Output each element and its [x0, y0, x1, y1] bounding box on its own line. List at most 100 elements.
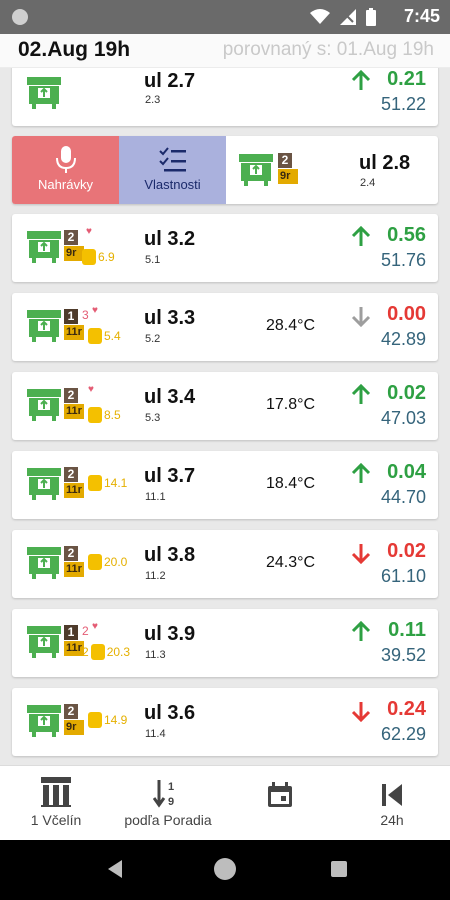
feed-can-icon: [82, 249, 96, 265]
heart-icon: ♥: [92, 621, 98, 632]
weight-total: 51.22: [380, 94, 426, 114]
queen-number-badge: 2: [64, 388, 78, 403]
hive-card-ul-3-7[interactable]: 2 11r 14.1 ul 3.7 11.1 18.4°C 0.04 44.70: [12, 451, 438, 519]
heart-icon: ♥: [92, 305, 98, 316]
feed-can-icon: [88, 554, 102, 570]
feed-amount: 14.9: [104, 713, 128, 727]
apiary-icon: [41, 777, 71, 807]
arrow-up-icon: [351, 621, 371, 641]
hive-card-ul-2-8-swiped[interactable]: Nahrávky Vlastnosti 2 9r ul 2.8 2.4: [12, 136, 438, 204]
queen-age-badge: 11r: [64, 404, 84, 419]
feed-indicator: 6.9: [82, 249, 115, 265]
hive-icon: [27, 468, 61, 500]
feed-count: 2: [82, 645, 89, 659]
queen-age-badge: 11r: [64, 641, 84, 656]
current-date[interactable]: 02.Aug 19h: [18, 38, 130, 62]
hive-sub: 5.3: [145, 412, 161, 424]
weight-total: 62.29: [380, 724, 426, 744]
signal-icon: [340, 9, 356, 25]
nav-period-label: 24h: [380, 812, 404, 828]
properties-label: Vlastnosti: [144, 177, 201, 192]
feed-can-icon: [88, 712, 102, 728]
hive-icon: [27, 547, 61, 579]
hive-icon: [239, 154, 273, 186]
hive-card-ul-3-4[interactable]: 2 11r ♥ 8.5 ul 3.4 5.3 17.8°C 0.02 47.03: [12, 372, 438, 440]
hive-name: ul 3.2: [144, 228, 196, 250]
queen-age-badge: 11r: [64, 483, 84, 498]
nav-sort-label: podľa Poradia: [124, 812, 212, 828]
heart-icon: ♥: [88, 384, 94, 395]
properties-button[interactable]: Vlastnosti: [119, 136, 226, 204]
hive-sub: 11.1: [145, 491, 166, 503]
feed-indicator: 14.9: [88, 712, 127, 728]
bottom-navigation: 1 Včelín 19 podľa Poradia 24h: [0, 765, 450, 840]
nav-period[interactable]: 24h: [336, 766, 448, 841]
notification-dot-icon: [12, 9, 28, 25]
svg-text:9: 9: [168, 796, 174, 808]
hive-icon: [27, 231, 61, 263]
date-header: 02.Aug 19h porovnaný s: 01.Aug 19h: [0, 34, 450, 68]
microphone-icon: [55, 146, 76, 173]
feed-can-icon: [88, 475, 102, 491]
battery-icon: [366, 8, 376, 26]
feed-indicator: 2 20.3: [82, 644, 130, 660]
queen-age-badge: 11r: [64, 562, 84, 577]
status-time: 7:45: [403, 6, 440, 26]
queen-number-badge: 2: [64, 467, 78, 482]
hive-name: ul 3.9: [144, 623, 196, 645]
queen-number-badge: 2: [64, 546, 78, 561]
feed-amount: 6.9: [98, 250, 115, 264]
wifi-icon: [310, 9, 330, 24]
weight-delta: 0.02: [387, 540, 426, 562]
queen-badges: 2 11r: [64, 546, 84, 577]
hive-sub: 11.3: [145, 649, 166, 661]
hive-sub: 5.2: [145, 333, 161, 345]
back-icon[interactable]: [108, 860, 122, 878]
nav-calendar[interactable]: [224, 766, 336, 841]
hive-icon: [27, 77, 61, 109]
compare-date[interactable]: porovnaný s: 01.Aug 19h: [223, 39, 434, 61]
queen-number-badge: 1: [64, 309, 78, 324]
nav-apiary[interactable]: 1 Včelín: [0, 766, 112, 841]
hive-card-ul-3-2[interactable]: 2 9r ♥ 6.9 ul 3.2 5.1 0.56 51.76: [12, 214, 438, 282]
weight-delta: 0.21: [387, 68, 426, 90]
hive-name: ul 3.3: [144, 307, 196, 329]
hive-temperature: 17.8°C: [266, 396, 316, 413]
checklist-icon: [158, 147, 186, 172]
hive-name: ul 3.7: [144, 465, 196, 487]
feed-indicator: 5.4: [88, 328, 121, 344]
weight-delta: 0.04: [387, 461, 426, 483]
weight-total: 61.10: [380, 566, 426, 586]
home-icon[interactable]: [214, 858, 236, 880]
hive-icon: [27, 705, 61, 737]
hive-card-ul-3-8[interactable]: 2 11r 20.0 ul 3.8 11.2 24.3°C 0.02 61.10: [12, 530, 438, 598]
weight-delta: 0.02: [387, 382, 426, 404]
sort-icon: 19: [153, 780, 174, 808]
hive-card-ul-2-7[interactable]: ul 2.7 2.3 0.21 51.22: [12, 68, 438, 126]
arrow-up-icon: [351, 70, 371, 90]
weight-total: 44.70: [380, 487, 426, 507]
recordings-button[interactable]: Nahrávky: [12, 136, 119, 204]
feed-amount: 14.1: [104, 476, 128, 490]
nav-apiary-label: 1 Včelín: [30, 812, 82, 828]
hive-card-ul-3-6[interactable]: 2 9r 14.9 ul 3.6 11.4 0.24 62.29: [12, 688, 438, 756]
hive-list[interactable]: ul 2.7 2.3 0.21 51.22 Nahrávky Vlastnost…: [0, 68, 450, 765]
status-bar: 7:45: [0, 0, 450, 34]
queen-badges: 1 11r: [64, 625, 84, 656]
skip-back-icon: [382, 784, 402, 806]
system-navigation-bar: [0, 840, 450, 900]
nav-sort[interactable]: 19 podľa Poradia: [112, 766, 224, 841]
heart-count: 2: [82, 624, 89, 638]
queen-number-badge: 2: [64, 230, 78, 245]
heart-icon: ♥: [86, 226, 92, 237]
hive-card-ul-3-9[interactable]: 1 11r 2 ♥ 2 20.3 ul 3.9 11.3 0.11 39.52: [12, 609, 438, 677]
queen-badges: 2 9r: [278, 153, 298, 184]
queen-badges: 2 9r: [64, 704, 84, 735]
hive-icon: [27, 389, 61, 421]
recent-apps-icon[interactable]: [331, 861, 347, 877]
hive-sub: 5.1: [145, 254, 161, 266]
feed-can-icon: [88, 328, 102, 344]
hive-card-ul-3-3[interactable]: 1 11r 3 ♥ 5.4 ul 3.3 5.2 28.4°C 0.00 42.…: [12, 293, 438, 361]
feed-can-icon: [90, 644, 105, 660]
hive-name: ul 2.7: [144, 70, 196, 92]
